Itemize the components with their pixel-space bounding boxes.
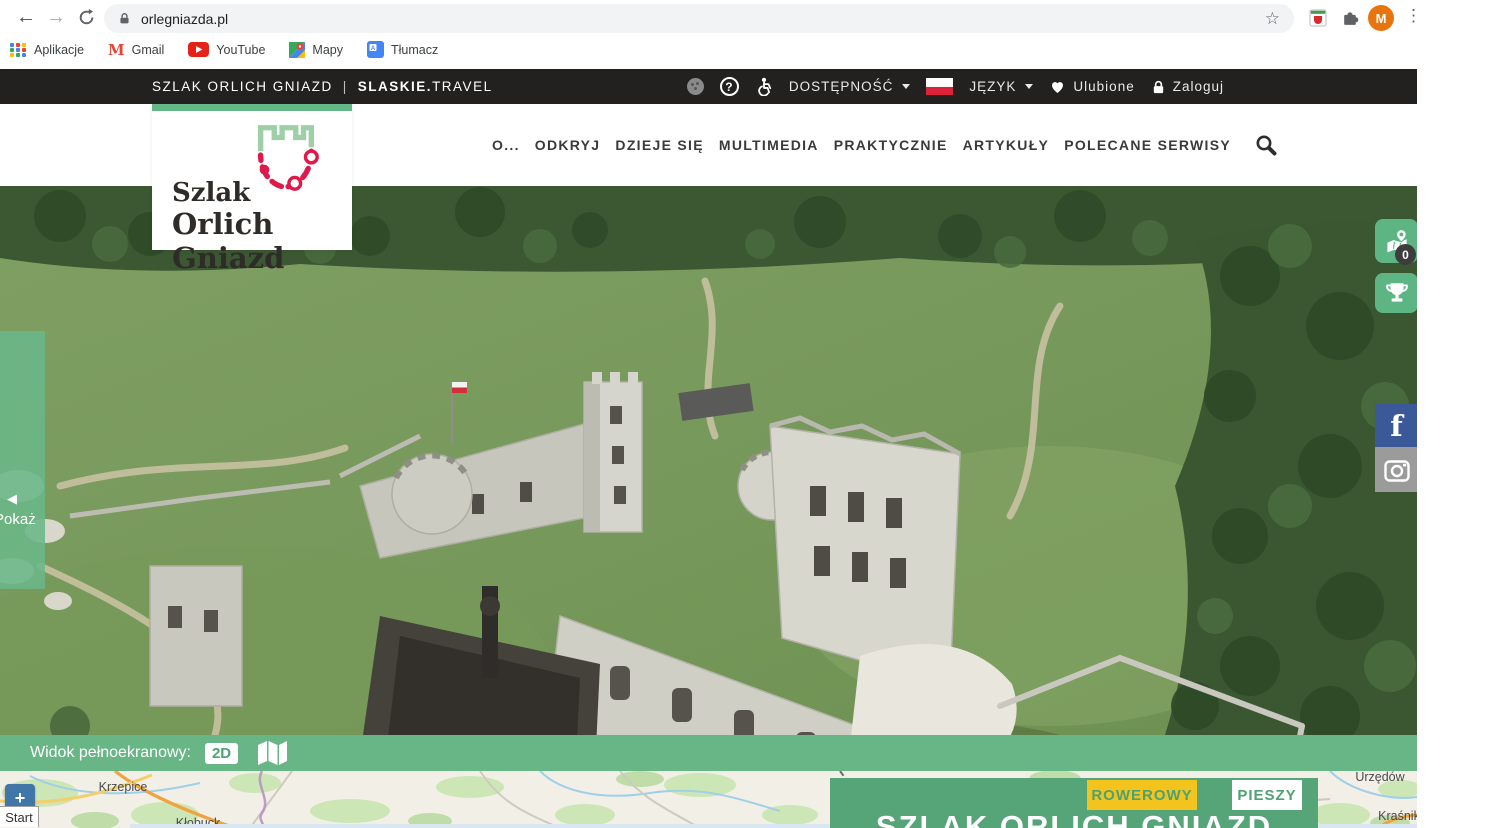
partner-brand[interactable]: SLASKIE.TRAVEL	[358, 79, 493, 94]
bookmark-gmail[interactable]: M Gmail	[108, 41, 164, 59]
profile-avatar[interactable]: M	[1368, 5, 1394, 31]
map-label-krasnik: Kraśnik	[1378, 809, 1417, 823]
reload-icon	[78, 9, 95, 26]
facebook-button[interactable]: f	[1375, 404, 1417, 447]
logo-green-strip	[152, 104, 352, 111]
brand-name: SZLAK ORLICH GNIAZD	[152, 79, 333, 94]
bike-trail-button[interactable]: ROWEROWY	[1087, 780, 1197, 810]
collapse-arrow-icon: ◀	[7, 491, 17, 507]
link-status-tooltip: Start	[0, 806, 39, 827]
lock-icon	[1151, 79, 1166, 95]
poland-flag-icon[interactable]	[926, 78, 953, 95]
fullscreen-viewbar: Widok pełnoekranowy: 2D	[0, 735, 1417, 771]
chevron-down-icon	[1025, 84, 1033, 89]
language-dropdown[interactable]: JĘZYK	[969, 79, 1033, 94]
youtube-icon	[188, 42, 209, 57]
site-logo[interactable]: Szlak Orlich Gniazd	[152, 104, 352, 250]
page-content: SZLAK ORLICH GNIAZD | SLASKIE.TRAVEL ? D…	[0, 69, 1417, 828]
url-text: orlegniazda.pl	[141, 11, 1265, 27]
trail-overlay-panel: ROWEROWY PIESZY SZLAK ORLICH GNIAZD	[830, 778, 1318, 828]
favorites-link[interactable]: Ulubione	[1049, 79, 1134, 95]
logo-text-line1: Szlak	[172, 178, 250, 208]
forward-button[interactable]: →	[42, 3, 70, 31]
show-panel-toggle[interactable]: ◀ Pokaż	[0, 331, 45, 589]
trip-planner-button[interactable]: 0	[1375, 219, 1417, 263]
svg-text:A: A	[371, 46, 376, 52]
extension-icon[interactable]	[1308, 8, 1328, 33]
search-icon	[1254, 133, 1278, 157]
bookmark-apps[interactable]: Aplikacje	[10, 43, 84, 57]
bookmarks-bar: Aplikacje M Gmail YouTube Mapy	[0, 36, 1500, 63]
contrast-icon[interactable]	[687, 78, 704, 95]
show-panel-label: Pokaż	[0, 511, 36, 528]
site-topbar: SZLAK ORLICH GNIAZD | SLASKIE.TRAVEL ? D…	[0, 69, 1417, 104]
browser-window: ← → orlegniazda.pl ☆	[0, 0, 1500, 828]
chevron-down-icon	[902, 84, 910, 89]
bookmark-youtube[interactable]: YouTube	[188, 42, 265, 57]
translate-icon: A	[367, 41, 384, 58]
logo-text-line2: Orlich Gniazd	[172, 207, 352, 275]
castle-trail-icon	[250, 118, 320, 196]
map-view-button[interactable]	[256, 740, 288, 766]
nav-item-polecane-serwisy[interactable]: POLECANE SERWISY	[1064, 137, 1231, 153]
mode-2d-button[interactable]: 2D	[205, 743, 238, 764]
help-icon[interactable]: ?	[720, 77, 739, 96]
folded-map-icon	[256, 740, 288, 766]
back-button[interactable]: ←	[12, 3, 40, 31]
fullscreen-label: Widok pełnoekranowy:	[30, 744, 191, 762]
browser-menu-button[interactable]: ⋮	[1405, 6, 1421, 26]
lock-icon	[118, 11, 131, 26]
nav-item-artykuly[interactable]: ARTYKUŁY	[963, 137, 1050, 153]
bookmark-translate[interactable]: A Tłumacz	[367, 41, 438, 58]
extensions-puzzle-icon[interactable]	[1341, 8, 1360, 32]
site-brand[interactable]: SZLAK ORLICH GNIAZD | SLASKIE.TRAVEL	[152, 69, 493, 104]
facebook-icon: f	[1390, 409, 1402, 443]
walk-trail-button[interactable]: PIESZY	[1232, 780, 1302, 810]
nav-item-dzieje-sie[interactable]: DZIEJE SIĘ	[615, 137, 703, 153]
nav-item-o[interactable]: O...	[492, 137, 520, 153]
quests-button[interactable]	[1375, 273, 1417, 313]
map-label-urzedow: Urzędów	[1355, 771, 1405, 784]
route-map[interactable]: Krzepice Kłobuck Urzędów Kraśnik ROWEROW…	[0, 771, 1417, 828]
nav-item-praktycznie[interactable]: PRAKTYCZNIE	[834, 137, 948, 153]
nav-item-multimedia[interactable]: MULTIMEDIA	[719, 137, 819, 153]
bookmark-maps[interactable]: Mapy	[289, 42, 343, 58]
accessibility-icon[interactable]	[755, 77, 773, 96]
trip-count-badge: 0	[1395, 244, 1416, 265]
gmail-icon: M	[108, 41, 125, 59]
trail-heading: SZLAK ORLICH GNIAZD	[830, 809, 1318, 828]
nav-item-odkryj[interactable]: ODKRYJ	[535, 137, 601, 153]
map-label-krzepice: Krzepice	[99, 780, 148, 794]
instagram-button[interactable]	[1375, 447, 1417, 492]
trophy-icon	[1384, 280, 1410, 306]
login-link[interactable]: Zaloguj	[1151, 79, 1224, 95]
heart-icon	[1049, 79, 1066, 95]
address-bar[interactable]: orlegniazda.pl ☆	[104, 4, 1294, 33]
bookmark-star-icon[interactable]: ☆	[1265, 9, 1280, 29]
browser-toolbar: ← → orlegniazda.pl ☆	[0, 0, 1500, 36]
instagram-icon	[1384, 458, 1410, 482]
accessibility-dropdown[interactable]: DOSTĘPNOŚĆ	[789, 79, 911, 94]
brand-divider: |	[333, 79, 358, 94]
reload-button[interactable]	[72, 3, 100, 31]
maps-icon	[289, 42, 305, 58]
apps-grid-icon	[10, 43, 27, 57]
search-button[interactable]	[1254, 133, 1278, 157]
